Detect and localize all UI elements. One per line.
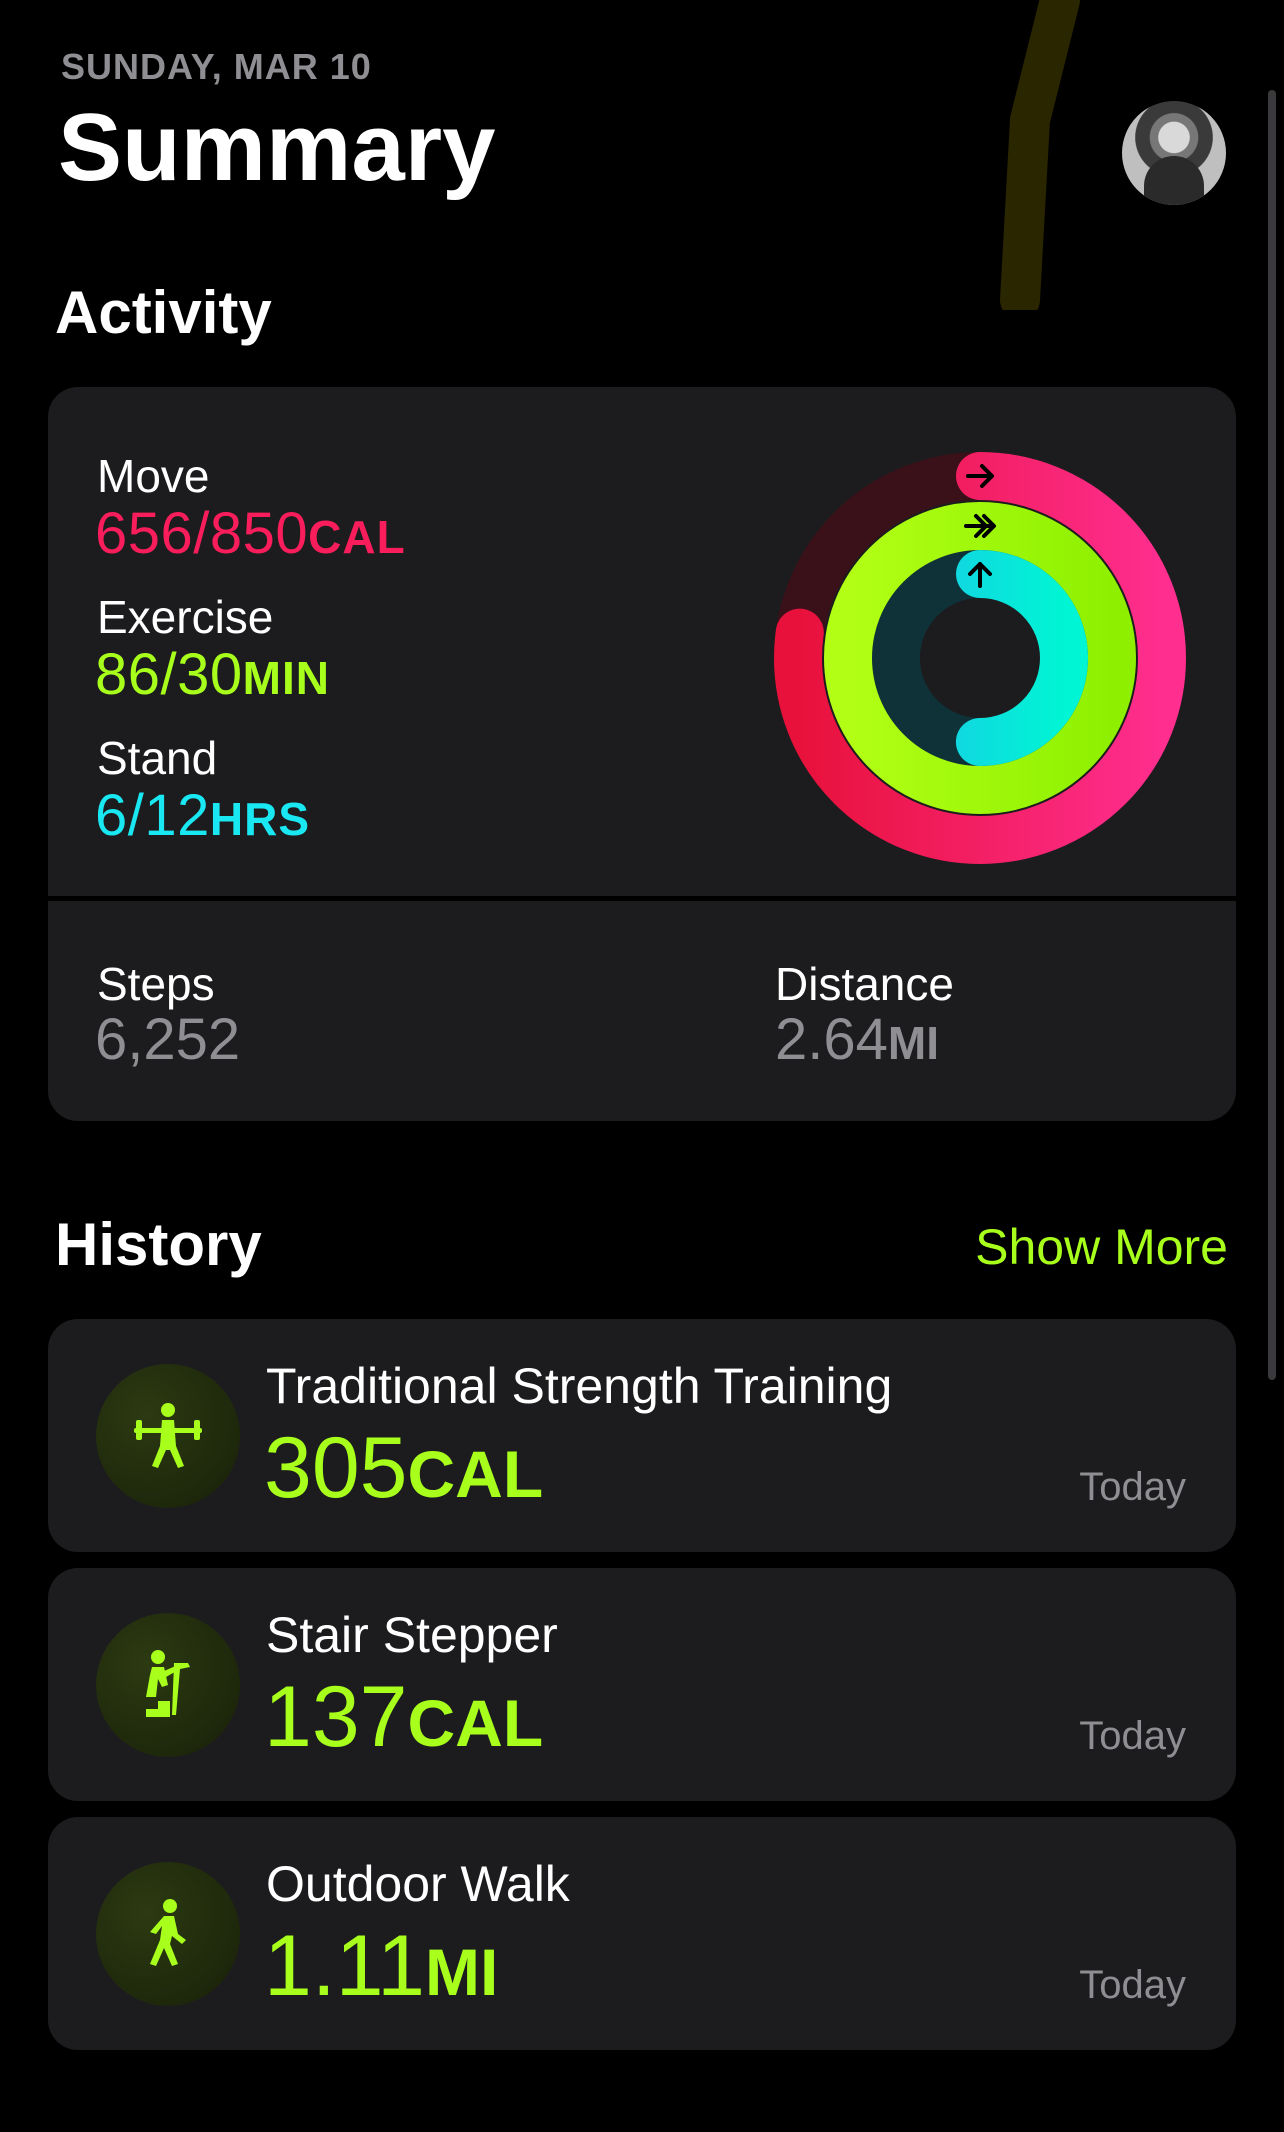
activity-heading: Activity (55, 279, 272, 346)
history-item-value: 305CAL (264, 1419, 543, 1518)
history-item-title: Stair Stepper (266, 1607, 558, 1663)
history-item-date: Today (1079, 1465, 1186, 1509)
distance-value: 2.64MI (775, 1006, 939, 1073)
distance-label: Distance (775, 958, 954, 1010)
date-label: SUNDAY, MAR 10 (61, 46, 372, 87)
history-item-value: 1.11MI (264, 1917, 498, 2016)
scrollbar[interactable] (1268, 90, 1276, 1380)
exercise-label: Exercise (97, 591, 274, 643)
steps-label: Steps (97, 958, 215, 1010)
move-value-unit: CAL (308, 511, 406, 563)
history-item-date: Today (1079, 1963, 1186, 2007)
stair-stepper-icon (96, 1613, 240, 1757)
stand-label: Stand (97, 732, 218, 784)
exercise-value: 86/30MIN (95, 641, 330, 708)
stand-value-number: 6/12 (95, 783, 210, 848)
distance-value-number: 2.64 (775, 1007, 888, 1072)
stand-value: 6/12HRS (95, 782, 310, 849)
move-value-number: 656/850 (95, 501, 309, 566)
stand-value-unit: HRS (209, 793, 311, 845)
history-item-number: 305 (264, 1420, 408, 1516)
move-value: 656/850CAL (95, 500, 406, 567)
history-item-value: 137CAL (264, 1668, 543, 1767)
profile-avatar[interactable] (1122, 101, 1226, 205)
history-item-unit: CAL (407, 1686, 544, 1760)
history-item[interactable]: Traditional Strength Training 305CAL Tod… (48, 1319, 1236, 1552)
history-heading: History (55, 1211, 262, 1278)
history-item-number: 1.11 (264, 1918, 425, 2014)
history-item-unit: MI (425, 1935, 499, 2009)
page-title: Summary (58, 94, 496, 201)
activity-rings[interactable] (770, 448, 1190, 868)
distance-value-unit: MI (887, 1017, 939, 1069)
show-more-link[interactable]: Show More (975, 1218, 1228, 1276)
history-item-title: Traditional Strength Training (266, 1358, 893, 1414)
exercise-value-unit: MIN (242, 652, 330, 704)
steps-value: 6,252 (95, 1007, 241, 1072)
history-item-number: 137 (264, 1669, 408, 1765)
history-item[interactable]: Outdoor Walk 1.11MI Today (48, 1817, 1236, 2050)
history-item-date: Today (1079, 1714, 1186, 1758)
weightlifting-icon (96, 1364, 240, 1508)
history-item-unit: CAL (407, 1437, 544, 1511)
exercise-value-number: 86/30 (95, 642, 243, 707)
activity-card-divider (48, 896, 1236, 901)
history-item-title: Outdoor Walk (266, 1856, 570, 1912)
history-item[interactable]: Stair Stepper 137CAL Today (48, 1568, 1236, 1801)
move-label: Move (97, 450, 210, 502)
background-streak (1000, 0, 1080, 310)
walking-icon (96, 1862, 240, 2006)
